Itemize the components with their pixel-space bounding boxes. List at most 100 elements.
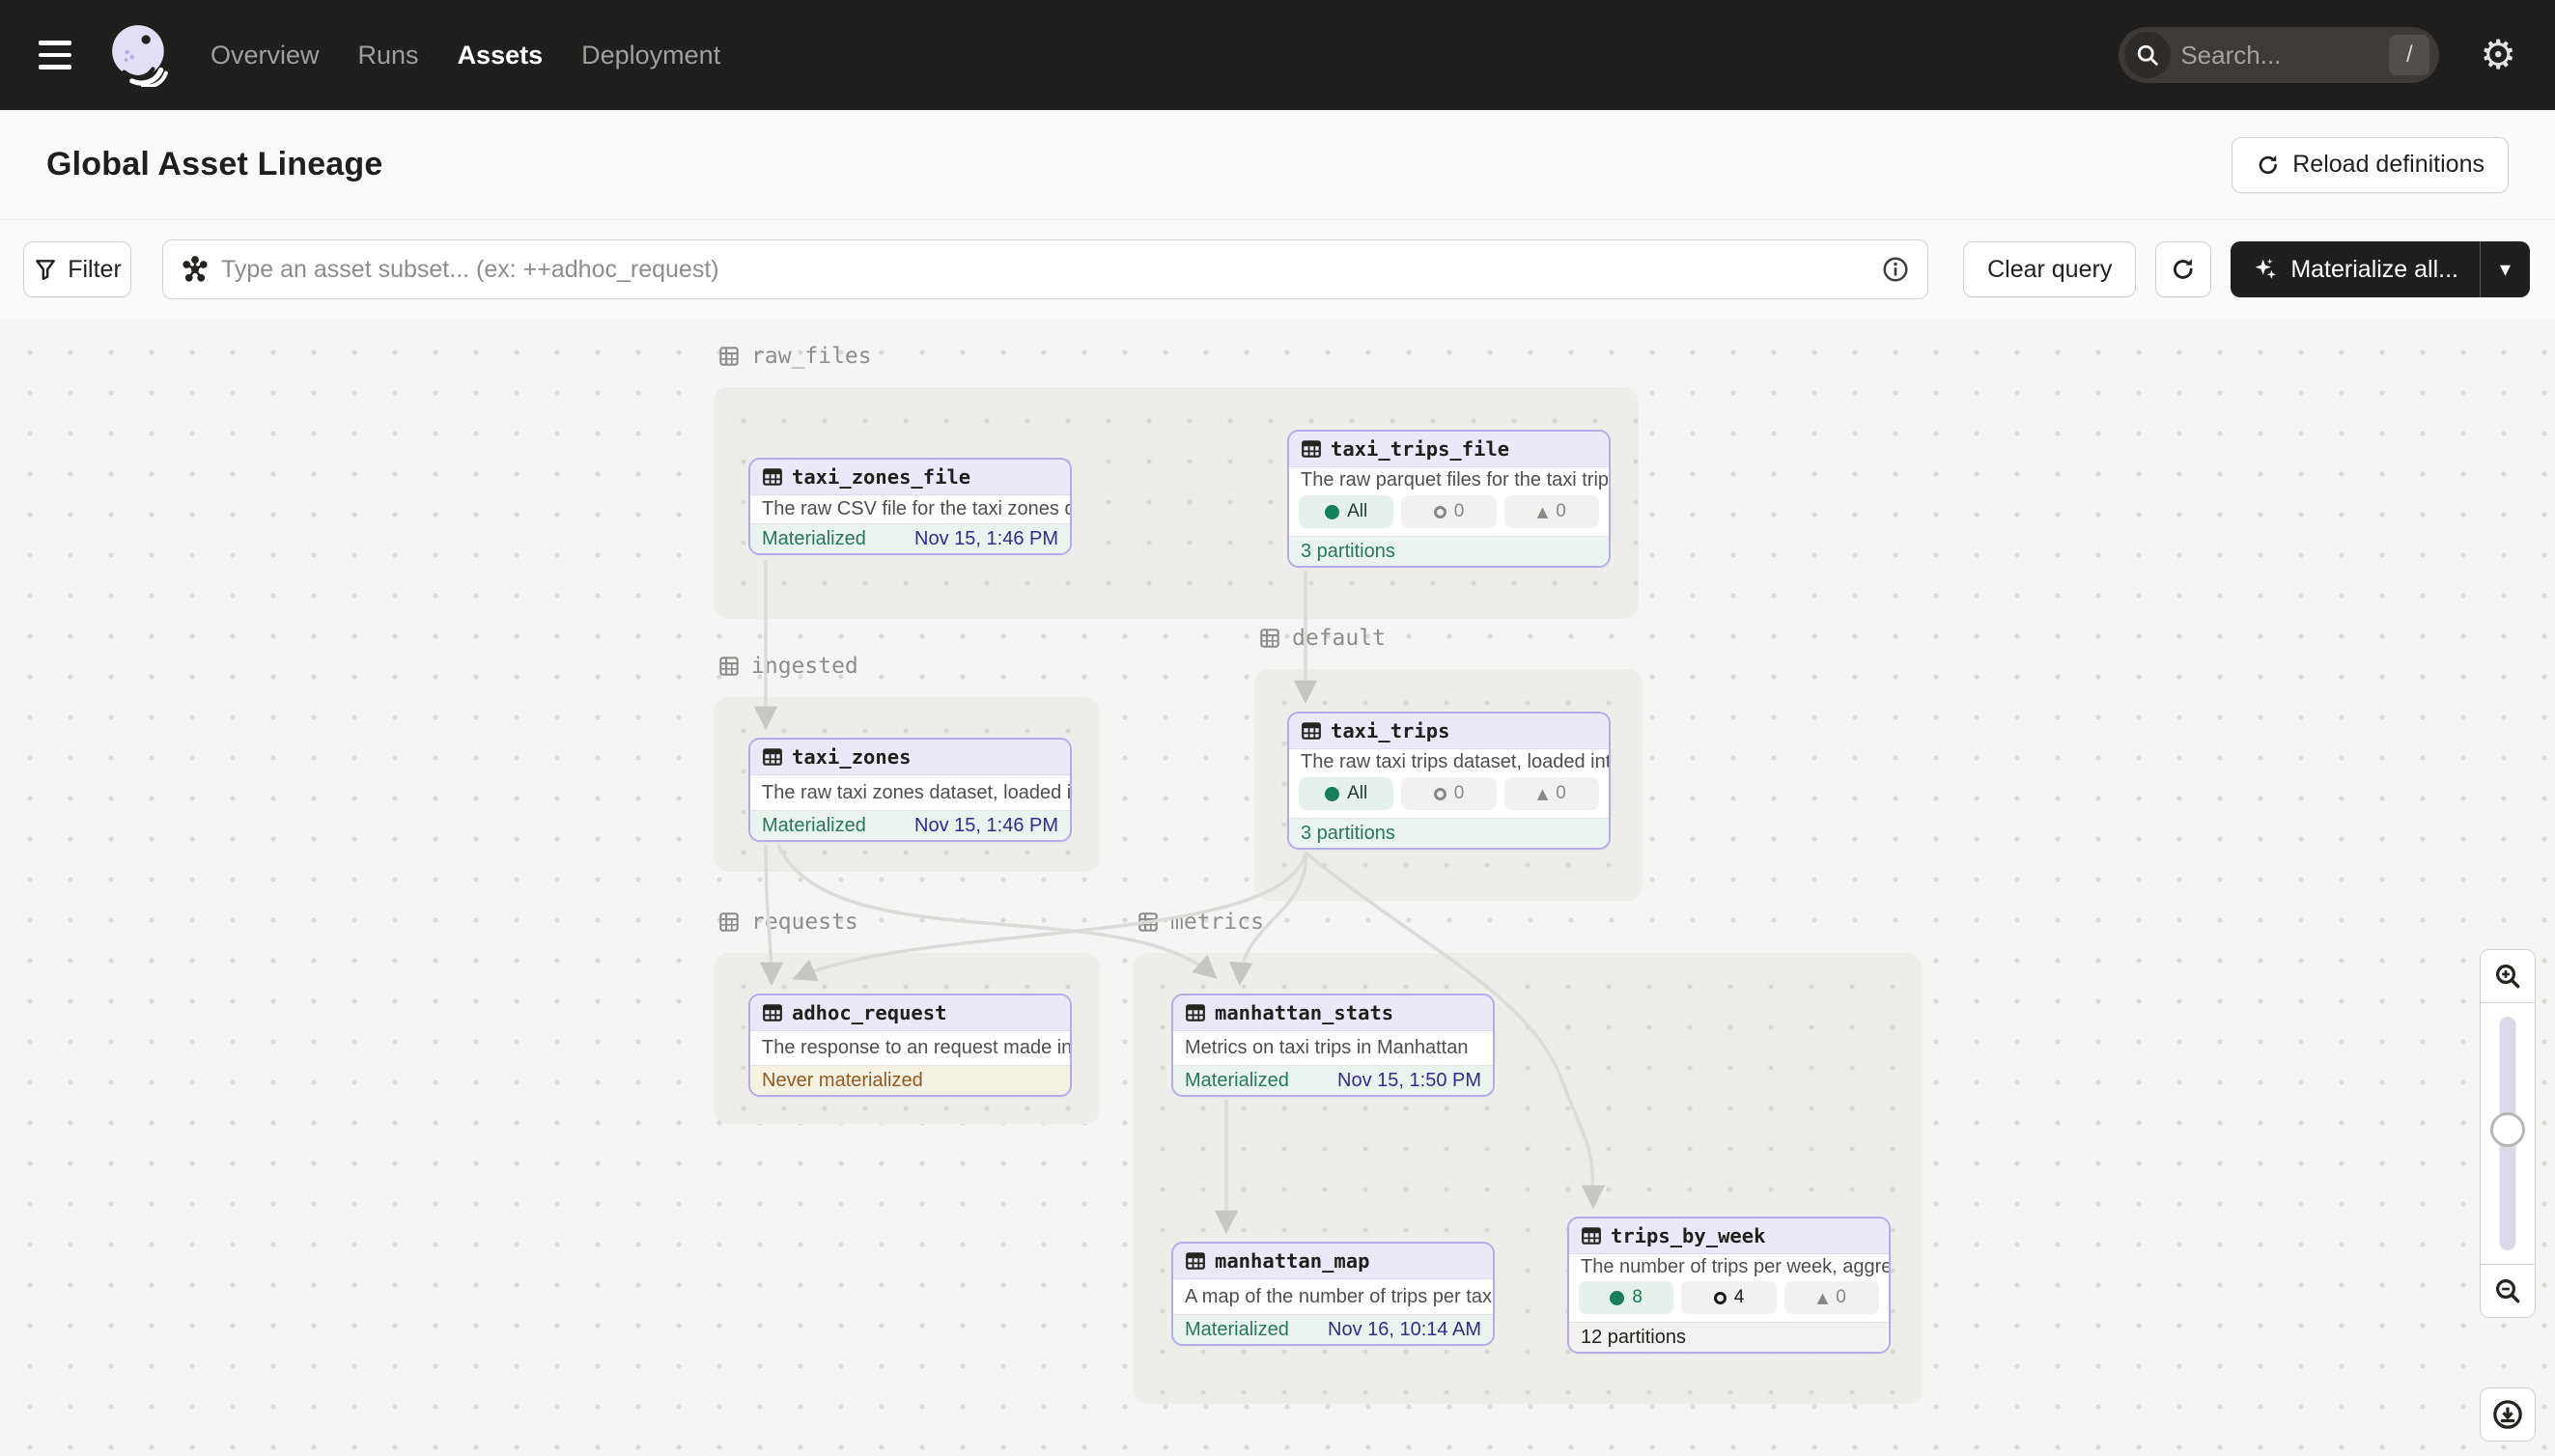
asset-node-manhattan-stats[interactable]: manhattan_stats Metrics on taxi trips in… bbox=[1171, 994, 1495, 1097]
partitions-failed-pill: 4 bbox=[1681, 1281, 1776, 1314]
refresh-icon bbox=[2170, 256, 2197, 283]
partitions-missing-pill: ▲0 bbox=[1504, 495, 1599, 528]
materialization-timestamp: Nov 15, 1:46 PM bbox=[914, 528, 1058, 550]
asset-description: The raw CSV file for the taxi zones dat.… bbox=[750, 495, 1070, 523]
group-label-metrics[interactable]: metrics bbox=[1136, 910, 1264, 935]
asset-description: The raw parquet files for the taxi trips… bbox=[1289, 467, 1609, 493]
status-badge: Materialized bbox=[1185, 1070, 1289, 1092]
triangle-icon: ▲ bbox=[1817, 1289, 1829, 1306]
partitions-count: 12 partitions bbox=[1581, 1327, 1686, 1349]
download-image-button[interactable] bbox=[2480, 1387, 2536, 1442]
table-icon bbox=[1185, 1002, 1206, 1023]
nav-item-runs[interactable]: Runs bbox=[358, 41, 419, 70]
group-label-default[interactable]: default bbox=[1257, 626, 1386, 651]
top-nav: Overview Runs Assets Deployment / ⚙ bbox=[0, 0, 2555, 110]
lineage-toolbar: Filter Clear query Materialize all... ▾ bbox=[0, 220, 2555, 319]
status-badge: Materialized bbox=[762, 815, 866, 837]
asset-group-icon bbox=[716, 344, 742, 369]
global-search[interactable]: / bbox=[2119, 27, 2439, 83]
zoom-in-button[interactable] bbox=[2480, 949, 2536, 1003]
zoom-in-icon bbox=[2492, 961, 2523, 992]
asset-node-taxi-trips[interactable]: taxi_trips The raw taxi trips dataset, l… bbox=[1287, 712, 1611, 850]
search-icon bbox=[2124, 32, 2171, 78]
materialize-all-button[interactable]: Materialize all... bbox=[2231, 241, 2480, 297]
asset-query-field bbox=[162, 239, 1928, 299]
table-icon bbox=[762, 466, 783, 488]
asset-name: trips_by_week bbox=[1611, 1224, 1765, 1247]
dagster-logo-icon[interactable] bbox=[108, 23, 172, 87]
materialized-dot-icon bbox=[1325, 787, 1339, 801]
nav-item-assets[interactable]: Assets bbox=[458, 41, 544, 70]
asset-description: Metrics on taxi trips in Manhattan bbox=[1173, 1031, 1493, 1065]
asset-name: manhattan_stats bbox=[1215, 1001, 1393, 1024]
triangle-icon: ▲ bbox=[1537, 503, 1549, 520]
asset-name: manhattan_map bbox=[1215, 1249, 1369, 1273]
info-icon[interactable] bbox=[1881, 255, 1910, 284]
table-icon bbox=[1581, 1225, 1602, 1246]
materialization-timestamp: Nov 16, 10:14 AM bbox=[1328, 1319, 1481, 1341]
refresh-button[interactable] bbox=[2155, 241, 2211, 297]
zoom-slider-handle[interactable] bbox=[2490, 1112, 2525, 1147]
partitions-materialized-pill: All bbox=[1299, 777, 1393, 810]
materialize-dropdown-button[interactable]: ▾ bbox=[2480, 241, 2530, 297]
nav-item-deployment[interactable]: Deployment bbox=[581, 41, 720, 70]
filter-button[interactable]: Filter bbox=[23, 241, 131, 297]
asset-node-taxi-zones[interactable]: taxi_zones The raw taxi zones dataset, l… bbox=[748, 738, 1072, 842]
group-label-raw-files[interactable]: raw_files bbox=[716, 344, 872, 369]
asset-node-adhoc-request[interactable]: adhoc_request The response to an request… bbox=[748, 994, 1072, 1097]
asset-group-icon bbox=[716, 654, 742, 679]
asset-description: The raw taxi trips dataset, loaded into … bbox=[1289, 749, 1609, 775]
triangle-icon: ▲ bbox=[1537, 785, 1549, 802]
zoom-slider[interactable] bbox=[2480, 1003, 2536, 1264]
reload-definitions-button[interactable]: Reload definitions bbox=[2232, 137, 2509, 193]
filter-funnel-icon bbox=[33, 257, 58, 282]
asset-group-icon bbox=[1136, 910, 1161, 935]
materialized-dot-icon bbox=[1325, 505, 1339, 519]
table-icon bbox=[762, 746, 783, 768]
search-input[interactable] bbox=[2180, 41, 2379, 70]
nav-item-overview[interactable]: Overview bbox=[211, 41, 320, 70]
partitions-missing-pill: ▲0 bbox=[1504, 777, 1599, 810]
status-badge: Materialized bbox=[762, 528, 866, 550]
asset-node-taxi-zones-file[interactable]: taxi_zones_file The raw CSV file for the… bbox=[748, 458, 1072, 555]
ring-icon bbox=[1434, 506, 1446, 518]
status-badge: Never materialized bbox=[762, 1070, 923, 1092]
asset-graph-icon bbox=[181, 255, 210, 284]
asset-name: adhoc_request bbox=[792, 1001, 946, 1024]
group-label-ingested[interactable]: ingested bbox=[716, 654, 858, 679]
ring-icon bbox=[1434, 788, 1446, 800]
asset-group-icon bbox=[1257, 626, 1282, 651]
settings-gear-icon[interactable]: ⚙ bbox=[2480, 35, 2516, 75]
partitions-failed-pill: 0 bbox=[1401, 495, 1496, 528]
materialize-split-button: Materialize all... ▾ bbox=[2231, 241, 2530, 297]
partitions-count: 3 partitions bbox=[1301, 541, 1395, 563]
lineage-canvas[interactable]: raw_files ingested default requests metr… bbox=[0, 319, 2555, 1456]
table-icon bbox=[1301, 438, 1322, 460]
table-icon bbox=[762, 1002, 783, 1023]
group-label-requests[interactable]: requests bbox=[716, 910, 858, 935]
asset-node-trips-by-week[interactable]: trips_by_week The number of trips per we… bbox=[1567, 1217, 1891, 1354]
asset-name: taxi_zones_file bbox=[792, 465, 970, 489]
clear-query-button[interactable]: Clear query bbox=[1963, 241, 2136, 297]
page-title: Global Asset Lineage bbox=[46, 146, 383, 183]
partitions-materialized-pill: All bbox=[1299, 495, 1393, 528]
search-shortcut-badge: / bbox=[2389, 35, 2429, 75]
status-badge: Materialized bbox=[1185, 1319, 1289, 1341]
asset-description: A map of the number of trips per taxi z.… bbox=[1173, 1279, 1493, 1314]
asset-name: taxi_trips_file bbox=[1331, 437, 1509, 461]
asset-group-icon bbox=[716, 910, 742, 935]
chevron-down-icon: ▾ bbox=[2500, 257, 2511, 281]
reload-icon bbox=[2256, 153, 2281, 178]
download-icon bbox=[2491, 1398, 2524, 1431]
asset-name: taxi_zones bbox=[792, 745, 911, 769]
partitions-failed-pill: 0 bbox=[1401, 777, 1496, 810]
asset-query-input[interactable] bbox=[221, 256, 1869, 284]
menu-icon[interactable] bbox=[39, 36, 77, 74]
zoom-out-button[interactable] bbox=[2480, 1264, 2536, 1318]
asset-name: taxi_trips bbox=[1331, 719, 1449, 742]
primary-nav: Overview Runs Assets Deployment bbox=[211, 41, 720, 70]
asset-node-taxi-trips-file[interactable]: taxi_trips_file The raw parquet files fo… bbox=[1287, 430, 1611, 568]
partitions-missing-pill: ▲0 bbox=[1784, 1281, 1879, 1314]
table-icon bbox=[1301, 720, 1322, 742]
asset-node-manhattan-map[interactable]: manhattan_map A map of the number of tri… bbox=[1171, 1242, 1495, 1346]
